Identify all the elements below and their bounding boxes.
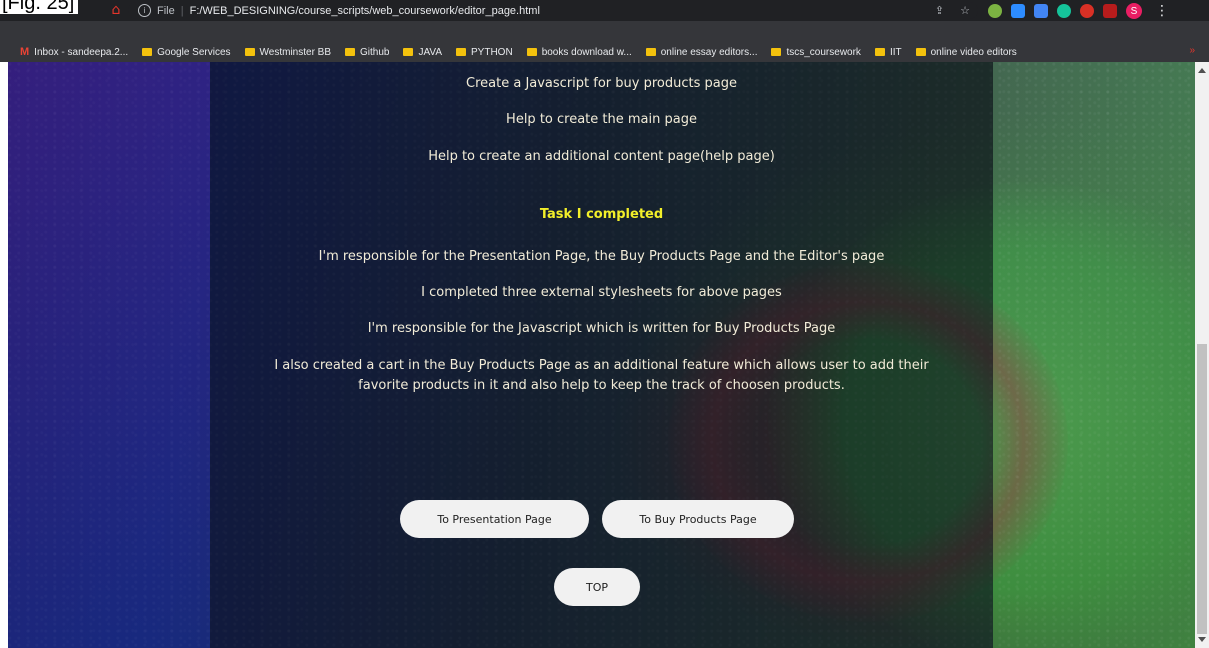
scroll-up-icon[interactable] (1198, 68, 1206, 73)
task-item: Help to create the main page (506, 112, 697, 127)
extension-square-icon[interactable] (1103, 4, 1117, 18)
bookmark-item[interactable]: Google Services (142, 46, 231, 58)
bookmark-label: books download w... (541, 46, 632, 58)
bookmark-item[interactable]: online video editors (915, 46, 1017, 58)
bookmark-label: Google Services (157, 46, 231, 58)
folder-icon (915, 48, 926, 56)
bookmark-item[interactable]: PYTHON (456, 47, 513, 58)
folder-icon (244, 48, 255, 56)
task-item: Create a Javascript for buy products pag… (466, 76, 737, 91)
bookmark-label: Inbox - sandeepa.2... (34, 46, 129, 58)
to-presentation-page-button[interactable]: To Presentation Page (400, 500, 589, 538)
url-separator: | (180, 4, 184, 17)
scroll-down-icon[interactable] (1198, 637, 1206, 642)
page-content: Create a Javascript for buy products pag… (8, 62, 1195, 648)
extension-zoom-icon[interactable] (1011, 4, 1025, 18)
folder-icon (874, 48, 885, 56)
toolbar-row (0, 21, 1209, 42)
extension-docs-icon[interactable] (1034, 4, 1048, 18)
scroll-thumb[interactable] (1197, 344, 1207, 634)
info-icon[interactable]: i (138, 4, 151, 17)
share-icon[interactable]: ⇪ (935, 4, 944, 17)
bookmarks-bar: M Inbox - sandeepa.2... Google Services … (0, 42, 1209, 62)
bookmark-item[interactable]: Westminster BB (244, 46, 332, 58)
bookmark-label: JAVA (418, 46, 443, 58)
omnibox-actions: ⇪ ☆ (935, 4, 970, 17)
folder-icon (456, 48, 467, 56)
bookmark-label: tscs_coursework (786, 46, 861, 58)
bookmark-star-icon[interactable]: ☆ (960, 4, 970, 17)
bookmark-label: PYTHON (471, 46, 513, 58)
folder-icon (645, 48, 656, 56)
extensions: S ⋮ (988, 3, 1169, 19)
folder-icon (771, 48, 782, 56)
bookmark-item[interactable]: online essay editors... (645, 46, 758, 58)
menu-dots-icon[interactable]: ⋮ (1155, 3, 1169, 19)
completed-item: I completed three external stylesheets f… (421, 285, 782, 300)
task-item: Help to create an additional content pag… (428, 149, 775, 164)
bookmark-label: Westminster BB (259, 46, 332, 58)
more-bookmarks-icon[interactable]: » (1189, 45, 1195, 56)
figure-label: [Fig. 25] (0, 0, 79, 14)
extension-check-icon[interactable] (988, 4, 1002, 18)
profile-avatar[interactable]: S (1126, 3, 1142, 19)
completed-heading: Task I completed (539, 207, 664, 222)
top-button[interactable]: TOP (554, 568, 640, 606)
nav-buttons: ⌂ (110, 2, 122, 18)
bookmark-item[interactable]: Github (345, 47, 389, 58)
to-buy-products-page-button[interactable]: To Buy Products Page (602, 500, 794, 538)
folder-icon (403, 48, 414, 56)
url-scheme: File (157, 4, 175, 17)
completed-item-extra-line2: favorite products in it and also help to… (358, 378, 845, 393)
bookmark-item[interactable]: M Inbox - sandeepa.2... (20, 46, 128, 58)
bookmark-label: IIT (889, 46, 902, 58)
folder-icon (526, 48, 537, 56)
completed-item: I'm responsible for the Javascript which… (367, 321, 836, 336)
bookmark-item[interactable]: IIT (874, 46, 902, 58)
page-scrollbar[interactable] (1195, 62, 1209, 648)
gmail-icon: M (20, 46, 30, 58)
bookmark-label: online essay editors... (660, 46, 758, 58)
bookmark-item[interactable]: books download w... (526, 46, 632, 58)
page-viewport: Create a Javascript for buy products pag… (8, 62, 1195, 648)
url-text[interactable]: F:/WEB_DESIGNING/course_scripts/web_cour… (190, 5, 540, 17)
bookmark-label: online video editors (930, 46, 1017, 58)
folder-icon (142, 48, 153, 56)
bookmark-label: Github (360, 46, 390, 58)
extension-grammarly-icon[interactable] (1057, 4, 1071, 18)
completed-item: I'm responsible for the Presentation Pag… (318, 249, 885, 264)
home-icon[interactable]: ⌂ (110, 2, 122, 18)
bookmark-item[interactable]: JAVA (403, 47, 442, 58)
bookmark-item[interactable]: tscs_coursework (771, 46, 861, 58)
screen: [Fig. 25] ⌂ i File | F:/WEB_DESIGNING/co… (0, 0, 1209, 648)
extension-red-icon[interactable] (1080, 4, 1094, 18)
folder-icon (345, 48, 356, 56)
completed-item-extra-line1: I also created a cart in the Buy Product… (274, 358, 929, 373)
address-bar[interactable]: i File | F:/WEB_DESIGNING/course_scripts… (128, 2, 978, 19)
